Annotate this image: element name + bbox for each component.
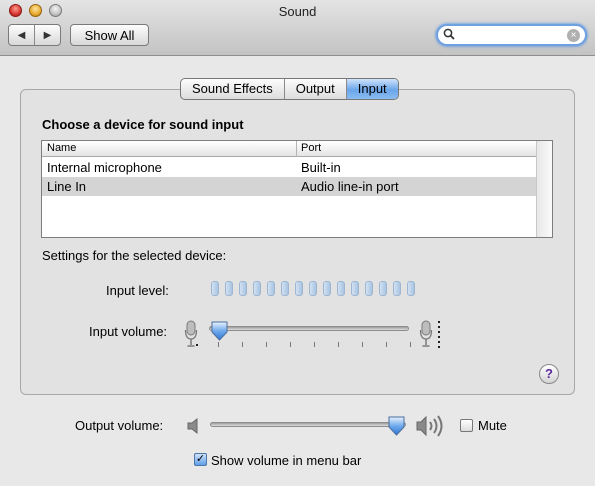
back-button[interactable]: ◀ [9,25,34,45]
tab-input[interactable]: Input [345,79,398,99]
show-all-button[interactable]: Show All [70,24,149,46]
tab-bar: Sound Effects Output Input [180,78,399,100]
slider-tick [314,342,315,347]
slider-tick [410,342,411,347]
input-level-segment [351,281,359,296]
slider-tick [242,342,243,347]
output-volume-label: Output volume: [75,418,164,433]
input-level-segment [393,281,401,296]
show-volume-label[interactable]: Show volume in menu bar [211,453,361,468]
device-table: Name Port Internal microphone Built-in L… [41,140,553,238]
input-volume-label: Input volume: [89,324,168,339]
input-volume-knob[interactable] [211,321,228,341]
tab-output[interactable]: Output [283,79,346,99]
speaker-high-icon [416,415,443,437]
column-header-port[interactable]: Port [301,142,321,154]
input-level-segment [365,281,373,296]
table-row[interactable]: Line In Audio line-in port [42,177,537,196]
input-level-segment [379,281,387,296]
slider-tick [290,342,291,347]
device-name: Internal microphone [47,160,162,175]
input-level-segment [267,281,275,296]
device-name: Line In [47,179,87,194]
speaker-low-icon [187,417,198,435]
clear-search-icon[interactable]: × [567,29,580,42]
input-level-segment [309,281,317,296]
microphone-low-icon [184,320,198,347]
device-port: Audio line-in port [301,179,399,194]
window-toolbar: Sound ◀ ▶ Show All × [0,0,595,56]
input-level-segment [253,281,261,296]
column-divider [296,141,297,157]
show-volume-checkbox[interactable]: ✓ [194,453,207,466]
input-level-segment [225,281,233,296]
input-level-meter [211,281,415,296]
input-level-segment [295,281,303,296]
microphone-high-icon [419,320,440,348]
search-input[interactable] [458,27,568,43]
device-port: Built-in [301,160,341,175]
input-level-segment [239,281,247,296]
mute-label[interactable]: Mute [478,418,507,433]
search-field[interactable]: × [436,24,587,46]
window-title: Sound [278,4,317,19]
settings-heading: Settings for the selected device: [42,248,227,263]
input-level-segment [407,281,415,296]
back-arrow-icon: ◀ [17,29,26,41]
input-volume-track[interactable] [209,326,409,331]
input-level-label: Input level: [106,283,169,298]
forward-arrow-icon: ▶ [43,29,52,41]
slider-tick [362,342,363,347]
output-volume-knob[interactable] [388,416,405,436]
back-forward-control: ◀ ▶ [8,24,61,46]
input-level-segment [323,281,331,296]
input-level-segment [337,281,345,296]
search-icon [443,28,455,43]
slider-tick [266,342,267,347]
mute-checkbox[interactable] [460,419,473,432]
table-row[interactable]: Internal microphone Built-in [42,158,537,177]
device-heading: Choose a device for sound input [42,117,244,132]
tab-sound-effects[interactable]: Sound Effects [181,79,284,99]
table-header: Name Port [42,141,537,157]
input-panel [20,89,575,395]
slider-tick [338,342,339,347]
slider-tick [386,342,387,347]
help-button[interactable]: ? [539,364,559,384]
input-level-segment [211,281,219,296]
input-level-segment [281,281,289,296]
output-volume-track[interactable] [210,422,406,427]
slider-tick [218,342,219,347]
forward-button[interactable]: ▶ [34,25,60,45]
table-scrollbar[interactable] [536,141,552,237]
column-header-name[interactable]: Name [47,142,76,154]
